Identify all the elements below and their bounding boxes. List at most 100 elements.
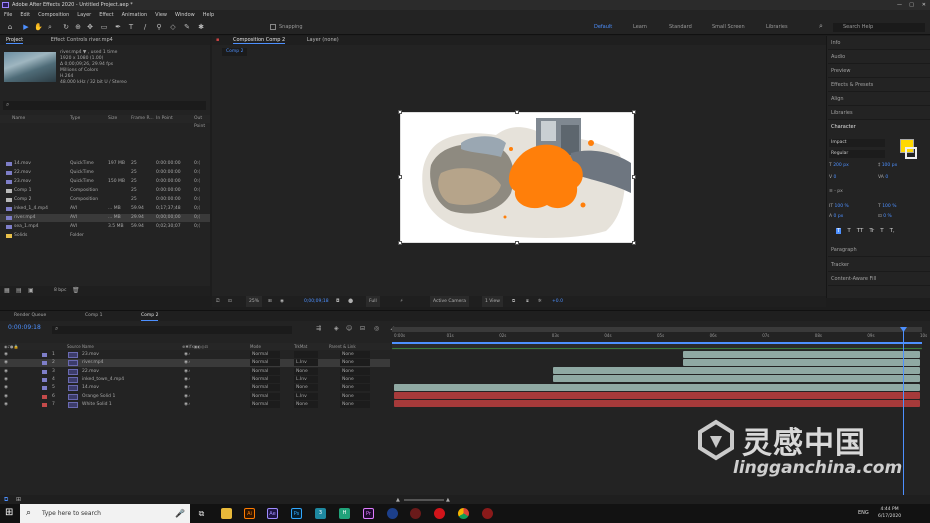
font-style-select[interactable]: Regular — [829, 150, 885, 158]
col-in-point[interactable]: In Point — [156, 115, 173, 123]
stroke-width-value[interactable]: - px — [834, 189, 843, 194]
puppet-tool-icon[interactable]: ✱ — [197, 23, 205, 32]
app-blue-circle-icon[interactable] — [387, 508, 398, 519]
layer-switches[interactable]: ◉ ⁄ — [184, 351, 190, 359]
faux-italic-button[interactable]: T — [847, 228, 850, 234]
layer-switches[interactable]: ◉ ⁄ — [184, 376, 190, 384]
time-ruler[interactable]: 0:00s 01s 02s 03s 04s 05s 06s 07s 08s 09s 10s — [392, 332, 927, 342]
layer-row[interactable]: ◉ 3 22.mov Normal None None ◉ ⁄ — [0, 367, 390, 376]
layer-mode-select[interactable]: Normal — [250, 359, 280, 367]
label-color-swatch[interactable] — [42, 377, 47, 382]
language-indicator[interactable]: ENG — [858, 510, 869, 516]
label-color-swatch[interactable] — [42, 394, 47, 399]
rotate-tool-icon[interactable]: ↻ — [62, 23, 70, 32]
project-item-row[interactable]: Solids Folder — [0, 232, 210, 240]
layer-duration-bar[interactable] — [682, 350, 920, 358]
panel-preview[interactable]: Preview — [828, 64, 930, 78]
comp-viewer-frame[interactable] — [400, 112, 634, 243]
current-time-indicator[interactable] — [903, 329, 904, 505]
region-of-interest-icon[interactable]: ⊡ — [228, 296, 232, 307]
horizontal-scale-field[interactable]: T 100 % — [878, 204, 896, 209]
menu-help[interactable]: Help — [199, 12, 218, 18]
taskbar-clock[interactable]: 4:44 PM 6/17/2020 — [878, 506, 901, 520]
illustrator-icon[interactable]: Ai — [244, 508, 255, 519]
layer-switches[interactable]: ◉ ⁄ — [184, 368, 190, 376]
col-source-name[interactable]: Source Name — [67, 343, 94, 350]
visibility-eye-icon[interactable]: ◉ — [4, 368, 8, 376]
panel-align[interactable]: Align — [828, 92, 930, 106]
vertical-scale-field[interactable]: IT 100 % — [829, 204, 849, 209]
project-item-row[interactable]: inked_1_4.mp4 AVI ... MB 59.94 0;17;37;48 0;( — [0, 205, 210, 213]
exposure-value[interactable]: +0.0 — [552, 296, 563, 307]
tracking-field[interactable]: VA 0 — [878, 175, 888, 180]
shy-layers-icon[interactable]: ☺ — [346, 325, 352, 332]
menu-composition[interactable]: Composition — [34, 12, 73, 18]
tsume-value[interactable]: 0 % — [883, 214, 892, 219]
trash-icon[interactable]: 🗑 — [72, 287, 80, 294]
tab-project[interactable]: Project — [6, 37, 24, 44]
kerning-value[interactable]: 0 — [834, 175, 837, 180]
after-effects-taskbar-icon[interactable]: Ae — [267, 508, 278, 519]
microphone-icon[interactable]: 🎤 — [175, 504, 185, 523]
comp-breadcrumb[interactable]: Comp 2 — [222, 48, 248, 56]
layer-mode-select[interactable]: Normal — [250, 367, 280, 375]
layer-trkmat-select[interactable]: None — [294, 367, 318, 375]
layer-row[interactable]: ◉ 7 White Solid 1 Normal None None ◉ ⁄ — [0, 400, 390, 409]
col-frame-rate[interactable]: Frame R... — [131, 115, 154, 123]
layer-duration-bar[interactable] — [394, 392, 920, 399]
kerning-field[interactable]: V 0 — [829, 175, 836, 180]
zoom-slider[interactable] — [404, 499, 444, 501]
layer-row[interactable]: ◉ 6 Orange Solid 1 Normal L.Inv None ◉ ⁄ — [0, 392, 390, 401]
layer-switches[interactable]: ◉ ⁄ — [184, 401, 190, 409]
show-channel-icon[interactable]: ⬤ — [348, 296, 353, 307]
minimize-icon[interactable]: — — [897, 0, 902, 10]
eraser-tool-icon[interactable]: ◇ — [169, 23, 177, 32]
3d-renderer-icon[interactable]: ⧈ — [526, 296, 529, 307]
layer-mode-select[interactable]: Normal — [250, 392, 280, 400]
app-dark-red-icon[interactable] — [482, 508, 493, 519]
taskbar-search-input[interactable]: ⌕ Type here to search 🎤 — [20, 504, 190, 523]
layer-row[interactable]: ◉ 2 river.mp4 Normal L.Inv None ◉ ⁄ — [0, 359, 390, 368]
toggle-switches-icon[interactable]: ⧉ — [4, 496, 8, 504]
panel-libraries[interactable]: Libraries — [828, 106, 930, 120]
horizontal-scale-value[interactable]: 100 % — [882, 204, 896, 209]
baseline-shift-field[interactable]: A 0 px — [829, 214, 843, 219]
magnification-select[interactable]: 25% — [246, 296, 263, 307]
col-parent-link[interactable]: Parent & Link — [329, 343, 356, 350]
layer-duration-bar[interactable] — [553, 367, 920, 375]
superscript-button[interactable]: T — [880, 228, 883, 234]
tab-render-queue[interactable]: Render Queue — [14, 311, 46, 321]
layer-mode-select[interactable]: Normal — [250, 384, 280, 392]
layer-row[interactable]: ◉ 1 23.mov Normal None ◉ ⁄ — [0, 351, 390, 359]
frame-blending-icon[interactable]: ⊟ — [360, 325, 365, 332]
transform-handle[interactable] — [398, 110, 402, 114]
transform-handle[interactable] — [398, 241, 402, 245]
chrome-icon[interactable] — [458, 508, 469, 519]
baseline-shift-value[interactable]: 0 px — [834, 214, 844, 219]
motion-blur-icon[interactable]: ◎ — [374, 325, 379, 332]
label-color-swatch[interactable] — [42, 353, 47, 357]
task-view-icon[interactable]: ⧉ — [196, 508, 207, 519]
workspace-default[interactable]: Default — [594, 24, 612, 30]
label-color-swatch[interactable] — [42, 402, 47, 407]
pan-behind-tool-icon[interactable]: ✥ — [86, 23, 94, 32]
project-item-row[interactable]: Comp 1 Composition 25 0:00:00:00 0:( — [0, 187, 210, 195]
reset-exposure-icon[interactable]: ✲ — [538, 296, 542, 307]
project-item-row[interactable]: 23.mov QuickTime 150 MB 25 0:00:00:00 0:( — [0, 178, 210, 186]
layer-parent-select[interactable]: None — [340, 367, 370, 375]
draft-3d-icon[interactable]: ◈ — [334, 325, 339, 332]
panel-effects-presets[interactable]: Effects & Presets — [828, 78, 930, 92]
menu-file[interactable]: File — [0, 12, 16, 18]
label-color-swatch[interactable] — [42, 386, 47, 391]
menu-view[interactable]: View — [151, 12, 171, 18]
interpret-footage-icon[interactable]: ▦ — [4, 287, 10, 294]
project-item-row[interactable]: 22.mov QuickTime 25 0:00:00:00 0:( — [0, 169, 210, 177]
new-composition-icon[interactable]: ▣ — [28, 287, 34, 294]
roto-brush-tool-icon[interactable]: ✎ — [183, 23, 191, 32]
fast-previews-icon[interactable]: ⚡ — [400, 296, 403, 307]
visibility-eye-icon[interactable]: ◉ — [4, 384, 8, 392]
home-icon[interactable]: ⌂ — [6, 23, 14, 32]
timeline-search-input[interactable]: ⌕ — [52, 325, 292, 334]
layer-duration-bar[interactable] — [394, 383, 920, 391]
snapping-checkbox[interactable] — [270, 24, 276, 30]
